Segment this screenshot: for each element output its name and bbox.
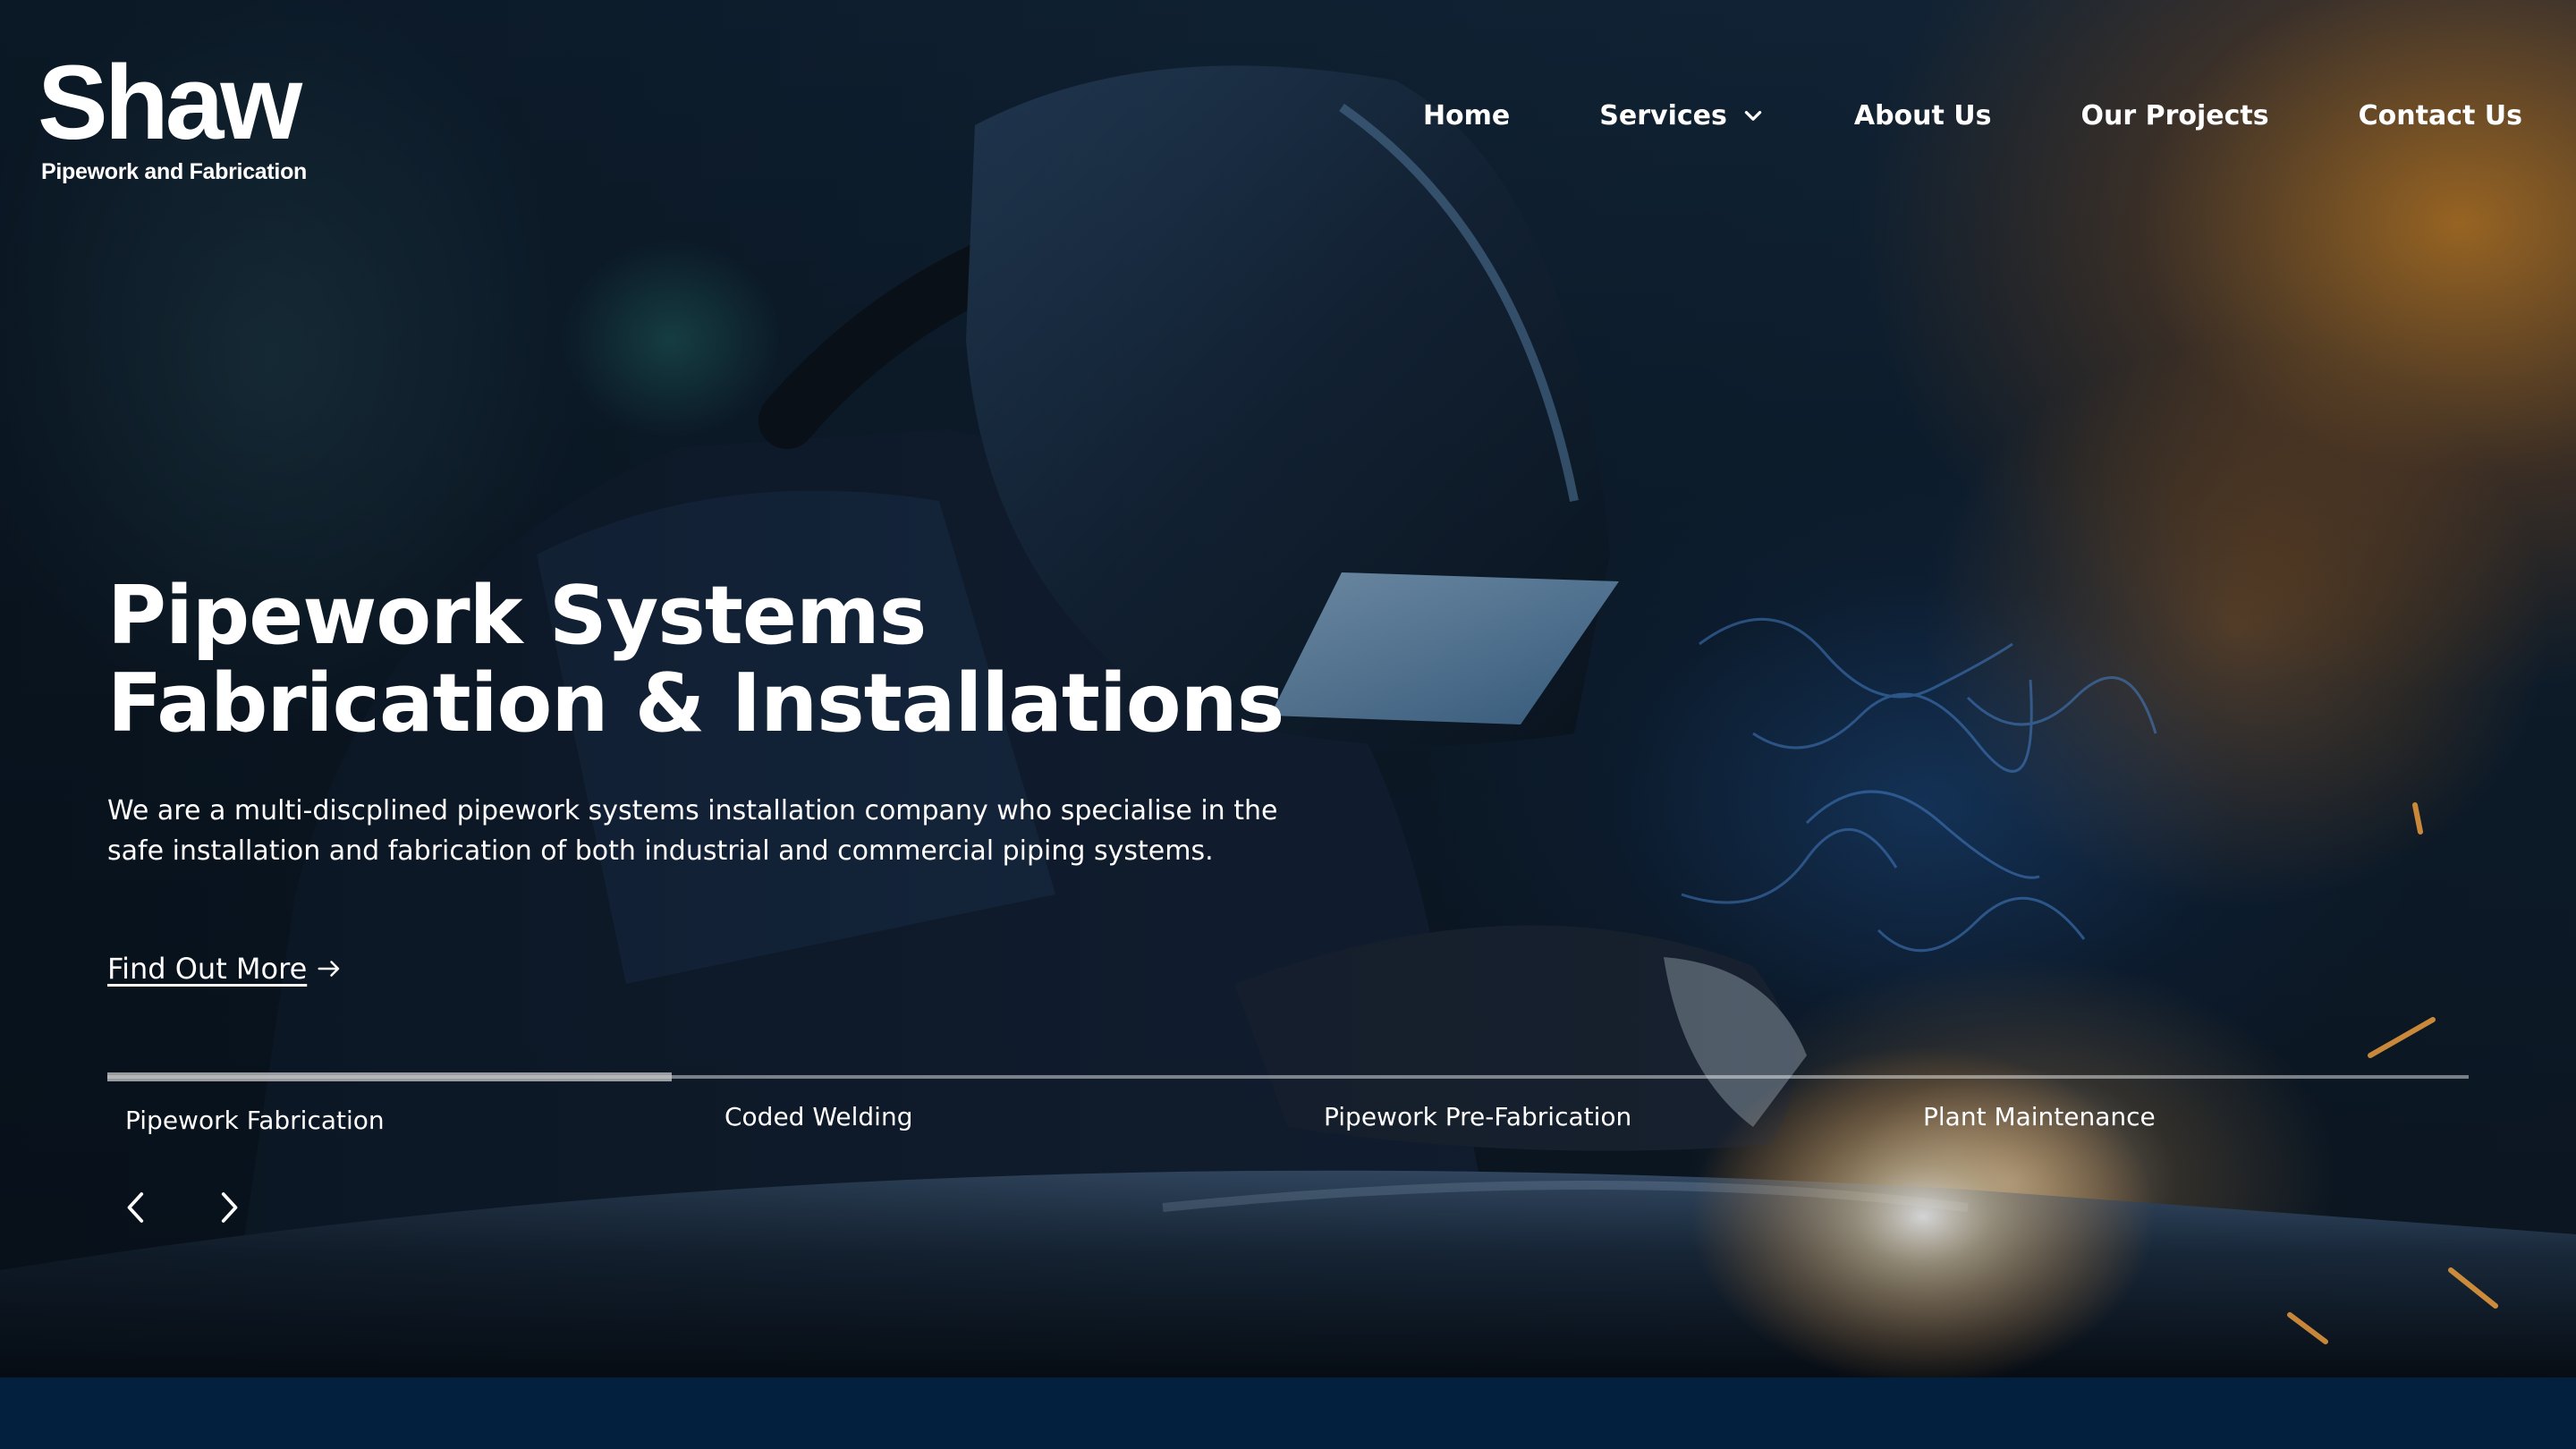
brand-logo[interactable]: Shaw Pipework and Fabrication	[38, 50, 307, 185]
nav-home-label: Home	[1422, 100, 1511, 131]
arrow-right-icon	[318, 961, 340, 977]
slider-progress-track	[107, 1072, 2469, 1081]
nav-our-projects-label: Our Projects	[2080, 100, 2269, 131]
nav-home[interactable]: Home	[1423, 100, 1510, 131]
bottom-band	[0, 1377, 2576, 1449]
slide-tab-pipework-pre-fabrication[interactable]: Pipework Pre-Fabrication	[1324, 1102, 1631, 1131]
hero-headline-line1: Pipework Systems	[107, 569, 927, 663]
nav-about-us-label: About Us	[1853, 100, 1992, 131]
find-out-more-link[interactable]: Find Out More	[107, 952, 343, 986]
hero-headline-line2: Fabrication & Installations	[107, 657, 1284, 750]
nav-contact-us[interactable]: Contact Us	[2359, 100, 2522, 131]
slide-tab-coded-welding[interactable]: Coded Welding	[724, 1102, 912, 1131]
logo-tagline: Pipework and Fabrication	[41, 159, 308, 184]
nav-contact-us-label: Contact Us	[2358, 100, 2522, 131]
slider-progress-fill	[107, 1072, 672, 1081]
slide-tab-pipework-fabrication[interactable]: Pipework Fabrication	[125, 1106, 385, 1135]
chevron-down-icon	[1744, 110, 1762, 121]
hero-headline: Pipework Systems Fabrication & Installat…	[107, 572, 1284, 748]
chevron-left-icon	[127, 1192, 144, 1223]
main-nav: Home Services About Us Our Projects Cont…	[1423, 100, 2522, 131]
chevron-right-icon	[221, 1192, 238, 1223]
slide-tab-plant-maintenance[interactable]: Plant Maintenance	[1923, 1102, 2156, 1131]
hero-description: We are a multi-discplined pipework syste…	[107, 795, 1278, 867]
slider-prev-button[interactable]	[118, 1188, 154, 1227]
logo-wordmark: Shaw	[38, 44, 302, 162]
nav-our-projects[interactable]: Our Projects	[2081, 100, 2269, 131]
nav-services-label: Services	[1599, 100, 1727, 131]
nav-about-us[interactable]: About Us	[1854, 100, 1992, 131]
slider-next-button[interactable]	[211, 1188, 247, 1227]
nav-services[interactable]: Services	[1599, 100, 1765, 131]
find-out-more-label: Find Out More	[107, 952, 308, 986]
